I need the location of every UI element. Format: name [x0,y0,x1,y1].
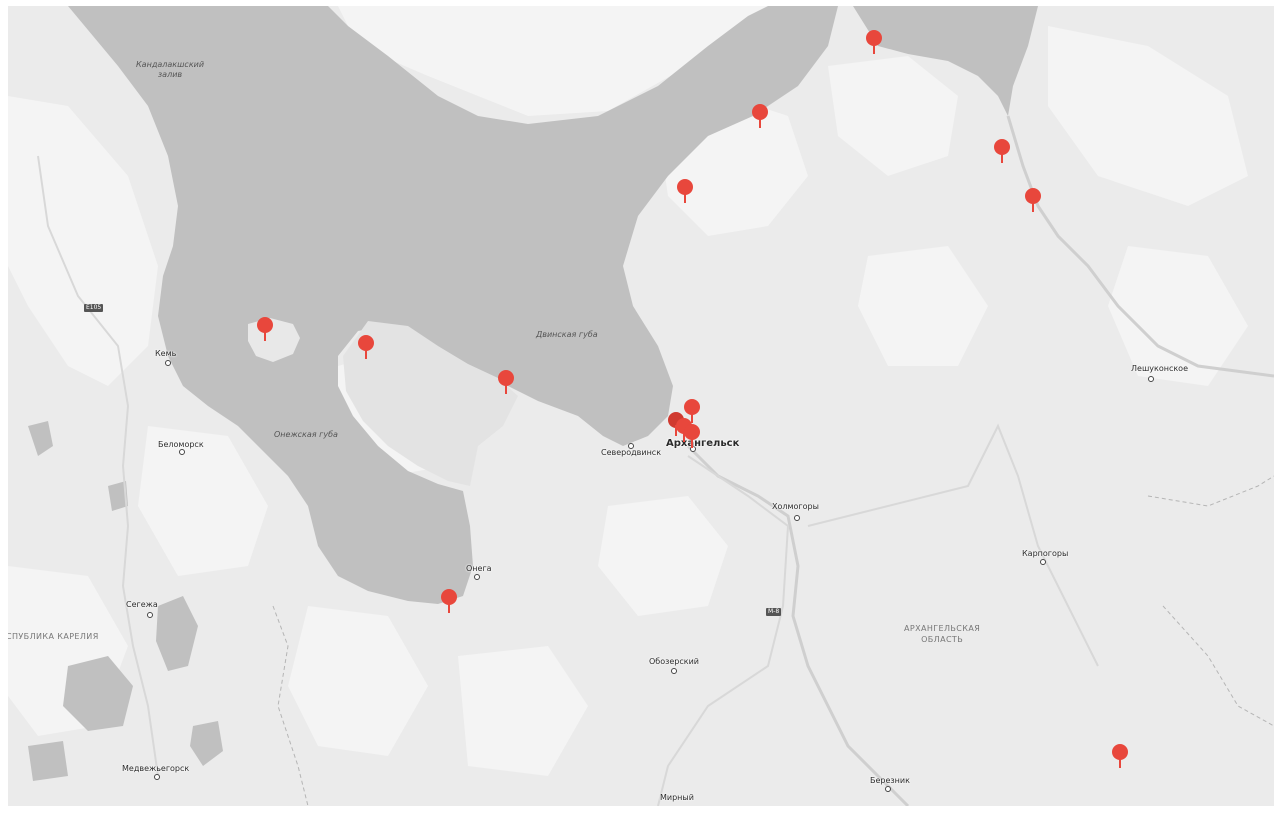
city-dot [165,360,171,366]
city-label-medvezhyegorsk[interactable]: Медвежьегорск [122,764,189,773]
map-marker[interactable] [1112,744,1128,770]
marker-stem [691,437,693,448]
water-label-onega: Онежская губа [274,430,338,439]
map-marker[interactable] [358,335,374,361]
marker-stem [873,43,875,54]
city-label-karpogory[interactable]: Карпогоры [1022,549,1068,558]
city-dot [179,449,185,455]
map-marker[interactable] [994,139,1010,165]
water-label-dvina: Двинская губа [536,330,598,339]
city-label-severodvinsk[interactable]: Северодвинск [601,448,661,457]
map-marker[interactable] [752,104,768,130]
map-marker[interactable] [498,370,514,396]
city-label-onega[interactable]: Онега [466,564,492,573]
city-label-kholmogory[interactable]: Холмогоры [772,502,819,511]
city-label-obozersky[interactable]: Обозерский [649,657,699,666]
map-marker[interactable] [441,589,457,615]
map-base-layer [8,6,1274,806]
city-dot [885,786,891,792]
map-canvas[interactable]: Кандалакшский залив Двинская губа Онежска… [8,6,1274,806]
marker-stem [264,330,266,341]
water-label-kandalaksha: Кандалакшский залив [136,60,205,79]
marker-stem [684,192,686,203]
marker-stem [365,348,367,359]
city-dot [147,612,153,618]
marker-stem [1032,201,1034,212]
marker-stem [1119,757,1121,768]
city-dot [1148,376,1154,382]
city-label-leshukonskoye[interactable]: Лешуконское [1131,364,1188,373]
city-label-bereznik[interactable]: Березник [870,776,910,785]
city-dot [671,668,677,674]
city-label-belomorsk[interactable]: Беломорск [158,440,204,449]
marker-stem [448,602,450,613]
marker-stem [505,383,507,394]
map-marker[interactable] [684,424,700,450]
marker-stem [1001,152,1003,163]
map-marker[interactable] [677,179,693,205]
city-label-mirny[interactable]: Мирный [660,793,694,802]
region-label-karelia: СПУБЛИКА КАРЕЛИЯ [8,632,99,641]
road-shield-m8: М-8 [766,608,782,616]
city-label-segezha[interactable]: Сегежа [126,600,158,609]
marker-stem [759,117,761,128]
city-dot [794,515,800,521]
city-dot [474,574,480,580]
map-marker[interactable] [257,317,273,343]
road-shield-e105: E105 [84,304,104,312]
city-label-kem[interactable]: Кемь [155,349,176,358]
region-label-arkhangelsk: АРХАНГЕЛЬСКАЯ ОБЛАСТЬ [904,624,981,644]
map-marker[interactable] [1025,188,1041,214]
city-dot [154,774,160,780]
map-marker[interactable] [866,30,882,56]
city-dot [1040,559,1046,565]
